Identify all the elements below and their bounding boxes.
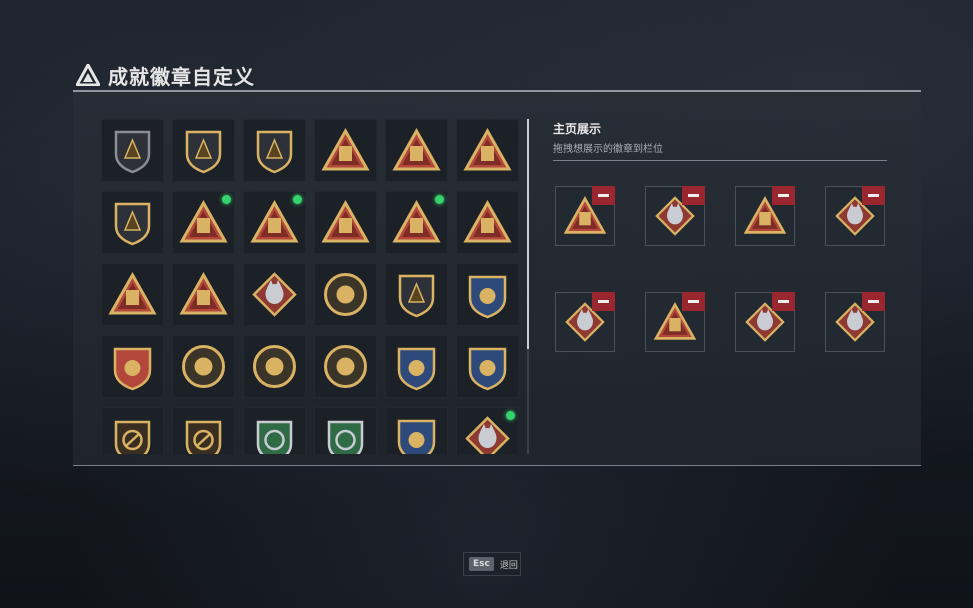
tower-triangle-badge-icon	[463, 127, 512, 171]
new-badge-indicator	[222, 195, 231, 204]
remove-slot-button[interactable]	[592, 292, 615, 311]
back-label: 退回	[499, 560, 518, 571]
badge-cell[interactable]	[243, 191, 306, 254]
rocket-triangle-badge-icon	[179, 271, 228, 315]
badge-cell[interactable]	[101, 191, 164, 254]
badge-cell[interactable]	[172, 407, 235, 454]
showcase-section: 主页展示 拖拽想展示的徽章到栏位	[553, 120, 887, 352]
badge-cell[interactable]	[101, 407, 164, 454]
star-crest-badge-icon	[468, 275, 507, 319]
soldiers-triangle-badge-icon	[108, 271, 157, 315]
helicopter-badge-icon	[185, 130, 222, 174]
showcase-slot[interactable]	[645, 292, 705, 352]
scrollbar-thumb[interactable]	[527, 119, 529, 349]
number-1-triangle-badge-icon	[321, 199, 370, 243]
crest-red-badge-icon	[113, 347, 152, 391]
badge-cell[interactable]	[101, 119, 164, 182]
star-circle-badge-icon	[324, 273, 367, 316]
remove-slot-button[interactable]	[862, 292, 885, 311]
ammo-green-badge-icon	[327, 420, 364, 454]
badge-cell[interactable]	[456, 407, 519, 454]
new-badge-indicator	[506, 411, 515, 420]
flame-triangle-badge-icon	[463, 199, 512, 243]
showcase-divider	[553, 160, 887, 161]
badge-cell[interactable]	[314, 119, 377, 182]
badge-cell[interactable]	[385, 407, 448, 454]
chevron-shield-badge-icon	[398, 274, 435, 318]
shield-emblem-icon	[114, 130, 151, 174]
badge-cell[interactable]	[101, 263, 164, 326]
crosshair-shield-badge-icon	[468, 347, 507, 391]
no-entry-shield-badge-icon	[114, 420, 151, 454]
badge-cell[interactable]	[385, 263, 448, 326]
skull-circle-badge-icon	[182, 345, 225, 388]
showcase-slot[interactable]	[555, 292, 615, 352]
recycle-green-badge-icon	[256, 420, 293, 454]
remove-slot-button[interactable]	[772, 186, 795, 205]
badge-cell[interactable]	[172, 119, 235, 182]
arrow-shield-badge-icon	[256, 130, 293, 174]
badge-cell[interactable]	[314, 407, 377, 454]
remove-slot-button[interactable]	[682, 186, 705, 205]
mask-triangle-badge-icon	[321, 127, 370, 171]
badge-cell[interactable]	[172, 263, 235, 326]
rifle-shield-badge-icon	[185, 420, 222, 454]
crossed-guns-badge-icon	[397, 347, 436, 391]
remove-slot-button[interactable]	[592, 186, 615, 205]
new-badge-indicator	[435, 195, 444, 204]
showcase-subtitle: 拖拽想展示的徽章到栏位	[553, 144, 663, 155]
remove-slot-button[interactable]	[682, 292, 705, 311]
badge-cell[interactable]	[385, 119, 448, 182]
showcase-slot[interactable]	[735, 186, 795, 246]
badge-cell[interactable]	[314, 335, 377, 398]
showcase-slot[interactable]	[825, 292, 885, 352]
badge-cell[interactable]	[314, 263, 377, 326]
badge-cell[interactable]	[172, 335, 235, 398]
showcase-slot[interactable]	[735, 292, 795, 352]
badge-cell[interactable]	[243, 335, 306, 398]
remove-slot-button[interactable]	[862, 186, 885, 205]
badge-cell[interactable]	[243, 263, 306, 326]
page-header: 成就徽章自定义	[76, 60, 255, 90]
showcase-slot[interactable]	[825, 186, 885, 246]
badge-cell[interactable]	[385, 335, 448, 398]
new-badge-indicator	[293, 195, 302, 204]
triangle-logo-icon	[76, 64, 100, 86]
badge-cell[interactable]	[456, 191, 519, 254]
showcase-title: 主页展示	[553, 122, 602, 136]
showcase-slot[interactable]	[555, 186, 615, 246]
badge-cell[interactable]	[172, 191, 235, 254]
crate-triangle-badge-icon	[392, 127, 441, 171]
flower-diamond-badge-icon	[252, 272, 297, 317]
badge-cell[interactable]	[456, 119, 519, 182]
back-button[interactable]: Esc 退回	[463, 552, 521, 576]
gun-cross-badge-icon	[397, 419, 436, 454]
badge-cell[interactable]	[314, 191, 377, 254]
esc-key-icon: Esc	[469, 557, 494, 571]
badge-cell[interactable]	[456, 263, 519, 326]
canister-58-badge-icon	[114, 202, 151, 246]
badge-cell[interactable]	[101, 335, 164, 398]
scrollbar[interactable]	[527, 119, 529, 454]
badge-cell[interactable]	[243, 119, 306, 182]
badge-cell[interactable]	[385, 191, 448, 254]
sun-circle-badge-icon	[324, 345, 367, 388]
badge-cell[interactable]	[243, 407, 306, 454]
badge-grid[interactable]	[101, 119, 523, 454]
showcase-slot[interactable]	[645, 186, 705, 246]
skull-wreath-badge-icon	[253, 345, 296, 388]
page-title: 成就徽章自定义	[108, 64, 255, 89]
remove-slot-button[interactable]	[772, 292, 795, 311]
badge-cell[interactable]	[456, 335, 519, 398]
badge-panel: 主页展示 拖拽想展示的徽章到栏位	[73, 90, 921, 466]
